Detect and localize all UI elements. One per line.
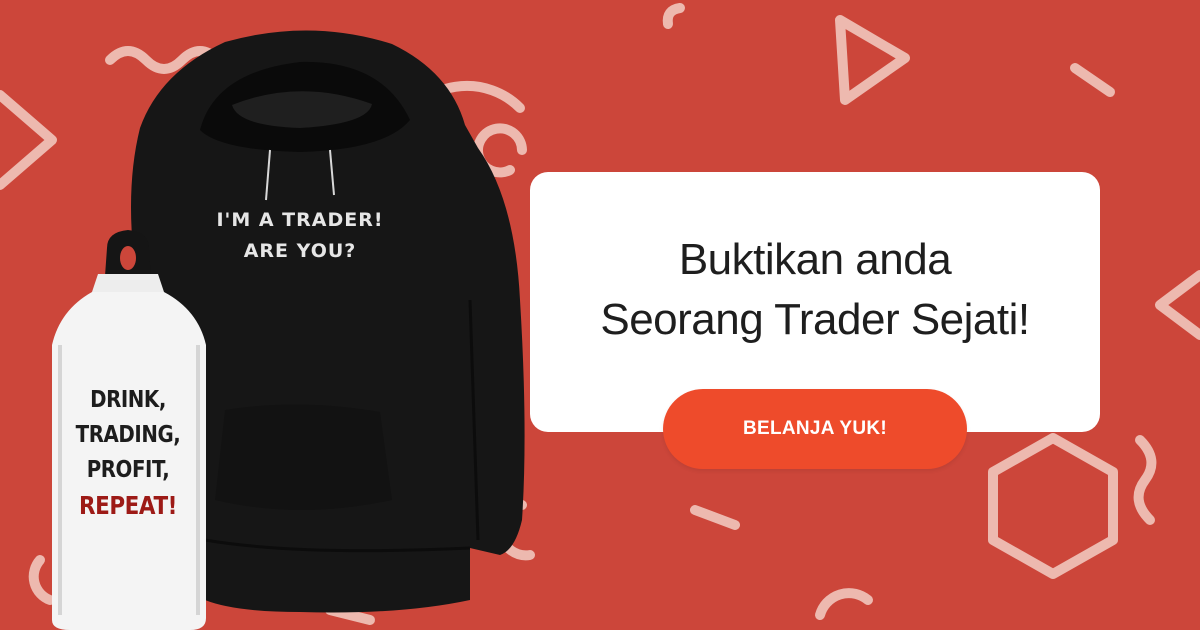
headline-line: Buktikan anda — [678, 235, 952, 284]
promo-banner: I'M A TRADER! ARE YOU? DRINK, TRADING, P… — [0, 0, 1200, 630]
bottle-print-line: PROFIT, — [86, 457, 170, 483]
bottle-print-line: DRINK, — [90, 387, 166, 413]
bottle-print-accent: REPEAT! — [78, 491, 178, 520]
hoodie-print-line: I'M A TRADER! — [216, 209, 384, 231]
headline: Buktikan anda Seorang Trader Sejati! — [530, 230, 1100, 350]
headline-line: Seorang Trader Sejati! — [600, 295, 1030, 344]
hoodie-print-text: I'M A TRADER! ARE YOU? — [205, 205, 395, 267]
bottle-print-text: DRINK, TRADING, PROFIT, REPEAT! — [68, 383, 188, 523]
shop-now-button[interactable]: BELANJA YUK! — [663, 389, 967, 469]
hoodie-print-line: ARE YOU? — [243, 240, 357, 262]
bottle-print-line: TRADING, — [75, 422, 181, 448]
